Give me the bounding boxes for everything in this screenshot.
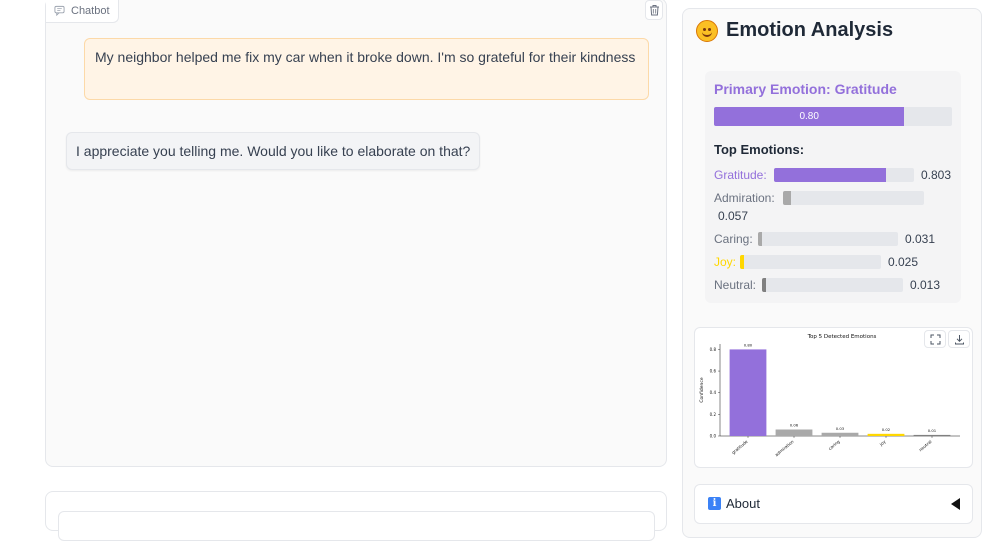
about-accordion[interactable]: i About: [694, 484, 973, 524]
message-input-panel: [45, 491, 667, 541]
emotion-row-joy: Joy: 0.025: [714, 254, 918, 270]
primary-emotion-bar-fill: 0.80: [714, 107, 905, 126]
emotion-bar-fill: [740, 255, 745, 269]
about-header: i About: [708, 496, 760, 511]
chart-bar: [867, 433, 905, 436]
about-label-text: About: [726, 496, 760, 511]
chart-bar: [821, 432, 859, 436]
emotion-score: 0.025: [888, 255, 919, 269]
y-tick-label: 0.0: [710, 434, 717, 439]
emotion-bar-fill: [762, 278, 767, 292]
x-tick-label: caring: [827, 439, 840, 451]
emotion-chart-panel: Top 5 Detected Emotions Confidence 0.0 0.…: [694, 327, 973, 468]
bar-value-label: 0.06: [790, 423, 799, 428]
emotion-results-card: Primary Emotion: Gratitude 0.80 Top Emot…: [705, 71, 961, 303]
chat-bubble-icon: [54, 5, 65, 16]
x-tick-label: joy: [878, 439, 887, 448]
x-tick-label: neutral: [918, 439, 933, 452]
emotion-name: Admiration:: [714, 191, 775, 205]
emotion-score: 0.803: [921, 168, 952, 182]
chart-bar: [913, 434, 951, 436]
emotion-bar-fill: [783, 191, 792, 205]
emotion-name: Caring:: [714, 232, 753, 246]
emotion-name: Joy:: [714, 255, 737, 269]
emotion-bar-chart: Top 5 Detected Emotions Confidence 0.0 0.…: [699, 334, 960, 458]
y-tick-label: 0.4: [710, 390, 717, 395]
primary-emotion-bar: 0.80: [714, 107, 952, 126]
emotion-bar: [740, 255, 881, 269]
primary-emotion-label: Primary Emotion: Gratitude: [714, 81, 897, 97]
smiling-face-icon: [696, 19, 718, 42]
bar-value-label: 0.02: [882, 427, 891, 432]
fullscreen-button[interactable]: [924, 330, 946, 348]
top-emotions-title: Top Emotions:: [714, 142, 805, 157]
emotion-score: 0.013: [910, 278, 941, 292]
emotion-bar-fill: [758, 232, 763, 246]
emotion-score: 0.057: [718, 209, 749, 223]
emotion-bar: [774, 168, 914, 182]
download-icon: [954, 334, 964, 344]
x-tick-label: admiration: [774, 439, 795, 458]
emotion-row-gratitude: Gratitude: 0.803: [714, 167, 951, 183]
emotion-row-caring: Caring: 0.031: [714, 231, 935, 247]
emotion-bar-fill: [774, 168, 887, 182]
emotion-name: Neutral:: [714, 278, 757, 292]
y-tick-label: 0.6: [710, 369, 717, 374]
sidebar-title-text: Emotion Analysis: [726, 19, 894, 41]
emotion-bar: [758, 232, 898, 246]
fullscreen-icon: [930, 334, 940, 344]
sidebar-title: Emotion Analysis: [696, 19, 893, 42]
emotion-bar: [783, 191, 924, 205]
info-icon: i: [708, 497, 721, 510]
clear-chat-button[interactable]: [645, 0, 663, 20]
chart-bar: [729, 349, 767, 436]
bar-value-label: 0.03: [836, 426, 845, 431]
bar-value-label: 0.01: [928, 428, 937, 433]
y-tick-label: 0.8: [710, 347, 717, 352]
collapse-arrow-icon: [951, 498, 960, 510]
chatbot-label: Chatbot: [46, 0, 119, 23]
chart-bar: [775, 429, 813, 436]
message-input[interactable]: [58, 511, 655, 541]
chatbot-panel: Chatbot My neighbor helped me fix my car…: [45, 0, 667, 467]
chart-toolbar: [924, 330, 970, 348]
emotion-analysis-sidebar: Emotion Analysis Primary Emotion: Gratit…: [682, 8, 982, 538]
user-message: My neighbor helped me fix my car when it…: [84, 38, 649, 100]
chart-title: Top 5 Detected Emotions: [807, 334, 877, 340]
x-tick-label: gratitude: [731, 439, 749, 455]
chatbot-label-text: Chatbot: [71, 4, 110, 17]
emotion-name: Gratitude:: [714, 168, 767, 182]
emotion-score: 0.031: [905, 232, 936, 246]
y-tick-label: 0.2: [710, 412, 717, 417]
chart-y-axis-label: Confidence: [699, 377, 705, 403]
download-button[interactable]: [948, 330, 970, 348]
bot-message: I appreciate you telling me. Would you l…: [66, 132, 481, 170]
emotion-bar: [762, 278, 903, 292]
emotion-row-admiration: Admiration: 0.057: [714, 190, 924, 223]
emotion-row-neutral: Neutral: 0.013: [714, 277, 940, 293]
trash-icon: [649, 5, 659, 16]
bar-value-label: 0.80: [744, 342, 753, 347]
